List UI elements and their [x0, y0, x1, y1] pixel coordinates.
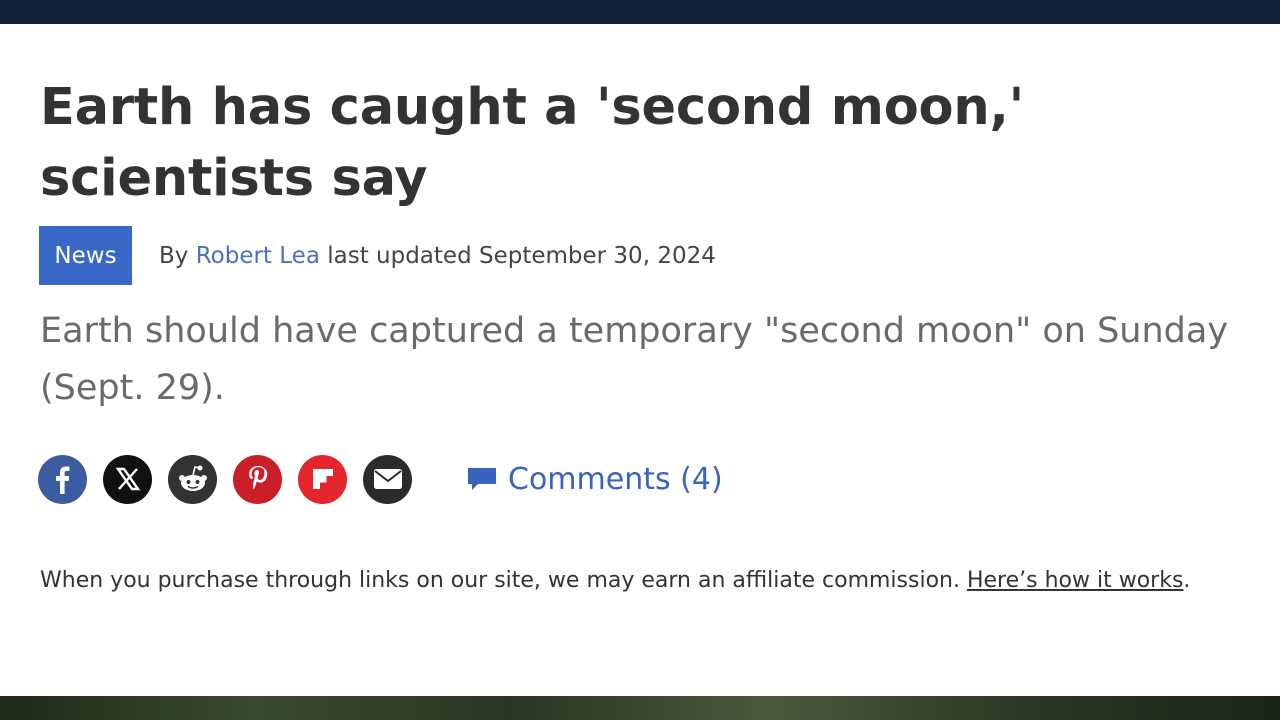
updated-label: last updated [327, 242, 472, 269]
by-label: By [159, 242, 189, 269]
facebook-icon [55, 466, 69, 494]
share-bar: Comments (4) [38, 454, 723, 504]
comment-bubble-icon [468, 468, 496, 490]
share-email-button[interactable] [363, 454, 412, 504]
reddit-icon [178, 465, 207, 491]
flipboard-icon [312, 469, 333, 489]
category-badge-news[interactable]: News [39, 226, 132, 285]
disclaimer-end: . [1183, 568, 1191, 593]
publish-date: September 30, 2024 [478, 242, 716, 269]
article-meta: News By Robert Lea last updated Septembe… [39, 226, 716, 285]
share-pinterest-button[interactable] [233, 454, 282, 504]
site-header-bar [0, 0, 1280, 24]
disclaimer-text: When you purchase through links on our s… [40, 568, 967, 593]
comments-link[interactable]: Comments (4) [466, 462, 723, 497]
x-icon [115, 467, 140, 491]
comments-label: Comments (4) [508, 461, 723, 497]
author-link[interactable]: Robert Lea [196, 243, 320, 269]
share-flipboard-button[interactable] [298, 454, 347, 504]
article-image-preview [0, 696, 1280, 720]
how-it-works-link[interactable]: Here’s how it works [967, 568, 1183, 593]
pinterest-icon [248, 466, 267, 490]
byline: By Robert Lea last updated September 30,… [159, 243, 716, 269]
article-headline: Earth has caught a 'second moon,' scient… [40, 78, 1025, 208]
affiliate-disclaimer: When you purchase through links on our s… [40, 563, 1240, 599]
share-x-button[interactable] [103, 454, 152, 504]
share-facebook-button[interactable] [38, 454, 87, 504]
share-reddit-button[interactable] [168, 454, 217, 504]
article-subheadline: Earth should have captured a temporary "… [40, 311, 1229, 408]
email-icon [373, 469, 402, 489]
